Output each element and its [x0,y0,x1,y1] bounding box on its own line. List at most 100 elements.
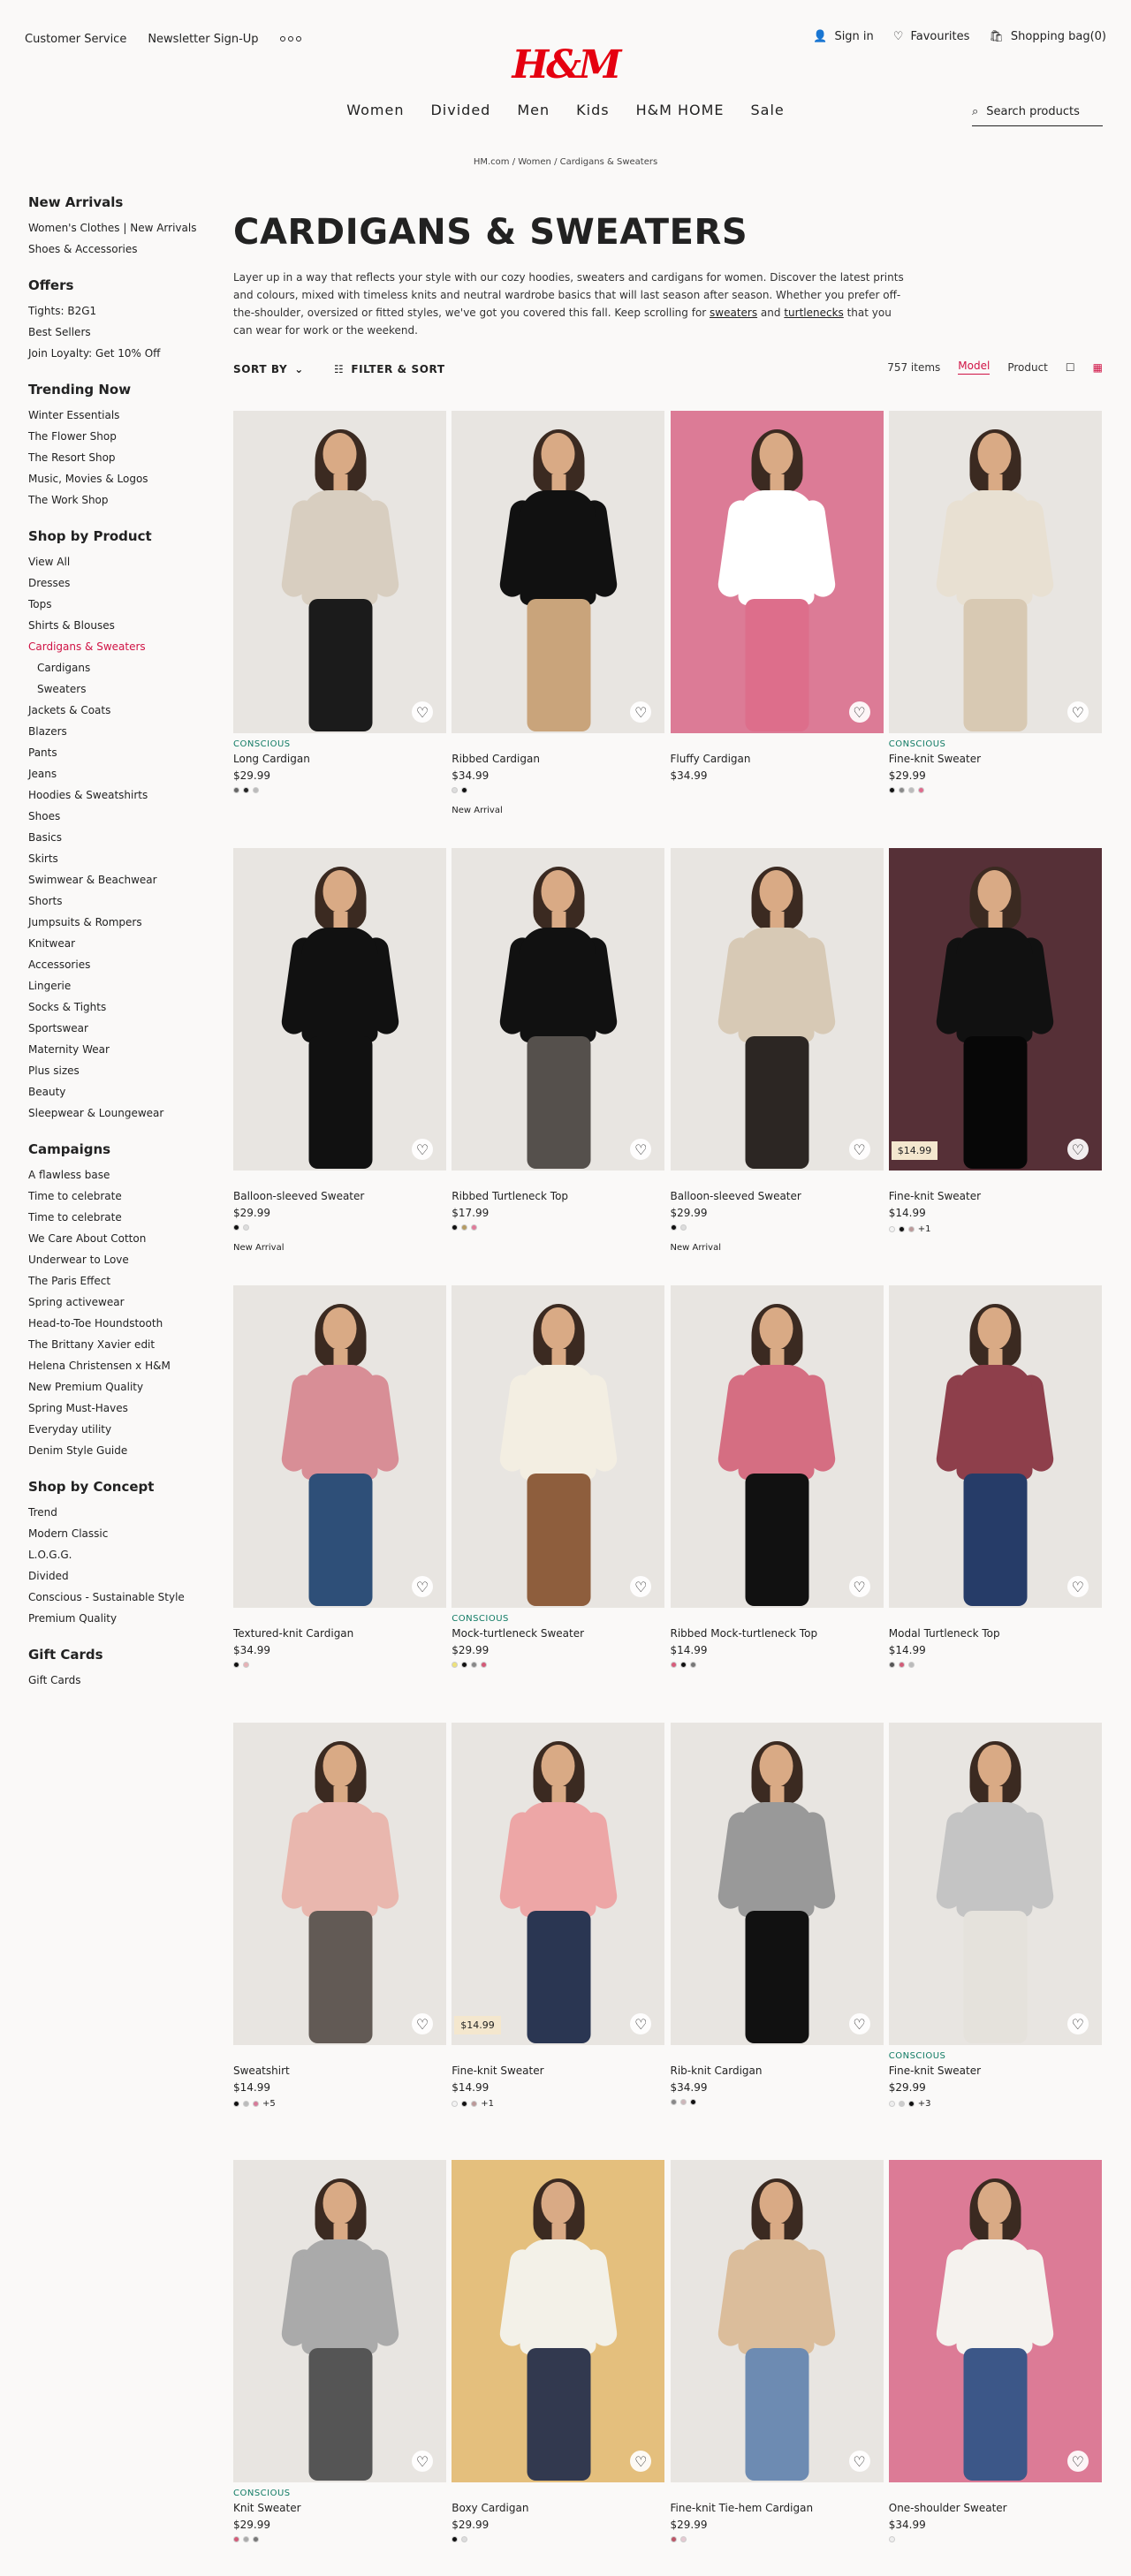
sidebar-link[interactable]: Tights: B2G1 [28,300,214,322]
sidebar-link[interactable]: Shorts [28,890,214,912]
sidebar-link[interactable]: Shoes & Accessories [28,239,214,260]
color-swatch[interactable] [888,2101,895,2107]
more-colors-count[interactable]: +5 [262,2099,276,2109]
sidebar-link[interactable]: L.O.G.G. [28,1544,214,1565]
color-swatch[interactable] [243,2101,249,2107]
sidebar-link[interactable]: Swimwear & Beachwear [28,869,214,890]
color-swatches[interactable] [233,1662,446,1668]
color-swatches[interactable]: +1 [888,1224,1102,1234]
favourite-heart-icon[interactable]: ♡ [412,2451,433,2472]
product-image[interactable]: ♡ [670,2160,884,2482]
color-swatch[interactable] [253,2101,259,2107]
breadcrumb[interactable]: HM.com / Women / Cardigans & Sweaters [0,157,1131,167]
color-swatch[interactable] [907,2101,915,2107]
sidebar-link[interactable]: The Paris Effect [28,1270,214,1292]
sidebar-link[interactable]: The Brittany Xavier edit [28,1334,214,1355]
product-image[interactable]: ♡ [670,1723,884,2045]
product-name[interactable]: Ribbed Turtleneck Top [452,1189,664,1203]
more-colors-count[interactable]: +1 [481,2099,494,2109]
color-swatches[interactable] [233,1224,446,1231]
sidebar-link[interactable]: Jumpsuits & Rompers [28,912,214,933]
sidebar-link[interactable]: Conscious - Sustainable Style [28,1587,214,1608]
color-swatches[interactable] [233,2536,446,2542]
sort-by-control[interactable]: SORT BY ⌄ [233,363,304,375]
color-swatch[interactable] [471,1662,478,1668]
product-card[interactable]: ♡ Modal Turtleneck Top $14.99 [888,1285,1103,1668]
color-swatches[interactable] [670,1224,884,1231]
sidebar-link[interactable]: Time to celebrate [28,1186,214,1207]
sidebar-link[interactable]: Jackets & Coats [28,700,214,721]
color-swatches[interactable]: +1 [452,2099,664,2109]
color-swatch[interactable] [471,1224,478,1231]
product-image[interactable]: ♡ [233,2160,446,2482]
sidebar-link[interactable]: Tops [28,594,214,615]
color-swatch[interactable] [243,1224,249,1231]
product-card[interactable]: ♡ CONSCIOUS Mock-turtleneck Sweater $29.99 [452,1285,665,1668]
product-card[interactable]: ♡ Rib-knit Cardigan $34.99 [670,1723,884,2105]
color-swatch[interactable] [481,1662,488,1668]
product-image[interactable]: ♡ $14.99 [888,848,1102,1171]
favourite-heart-icon[interactable]: ♡ [1066,2013,1089,2034]
product-image[interactable]: ♡ [670,848,884,1171]
color-swatch[interactable] [689,2099,696,2105]
sidebar-link[interactable]: The Flower Shop [28,426,214,447]
product-card[interactable]: ♡ CONSCIOUS Fine-knit Sweater $29.99 +3 [888,1723,1103,2109]
favourite-heart-icon[interactable]: ♡ [848,2013,870,2034]
product-name[interactable]: Fine-knit Sweater [452,2064,664,2078]
sidebar-link[interactable]: Spring Must-Haves [28,1398,214,1419]
favourite-heart-icon[interactable]: ♡ [848,1576,870,1597]
sidebar-link[interactable]: Cardigans & Sweaters [28,636,214,657]
newsletter-link[interactable]: Newsletter Sign-Up [148,33,258,46]
nav-men[interactable]: Men [517,102,550,118]
product-card[interactable]: ♡ $14.99 Fine-knit Sweater $14.99 +1 [452,1723,665,2109]
color-swatch[interactable] [452,2101,459,2107]
product-card[interactable]: ♡ Fluffy Cardigan $34.99 [670,411,884,782]
product-card[interactable]: ♡ One-shoulder Sweater $34.99 [888,2160,1103,2542]
color-swatch[interactable] [243,1662,249,1668]
product-image[interactable]: ♡ [888,2160,1102,2482]
sidebar-link[interactable]: Helena Christensen x H&M [28,1355,214,1376]
favourite-heart-icon[interactable]: ♡ [1066,2451,1089,2472]
sidebar-link[interactable]: Knitwear [28,933,214,954]
product-card[interactable]: ♡ Ribbed Mock-turtleneck Top $14.99 [670,1285,884,1668]
sidebar-link[interactable]: Skirts [28,848,214,869]
product-name[interactable]: Fine-knit Sweater [889,752,1102,766]
sidebar-link[interactable]: Join Loyalty: Get 10% Off [28,343,214,364]
sidebar-link[interactable]: Cardigans [28,657,214,678]
color-swatch[interactable] [461,2101,468,2107]
product-name[interactable]: Ribbed Cardigan [452,752,664,766]
hm-logo[interactable]: H&M [512,42,621,87]
product-name[interactable]: Balloon-sleeved Sweater [671,1189,884,1203]
product-card[interactable]: ♡ CONSCIOUS Long Cardigan $29.99 [233,411,447,793]
color-swatches[interactable] [452,787,664,793]
favourite-heart-icon[interactable]: ♡ [630,2451,652,2472]
sidebar-link[interactable]: Accessories [28,954,214,975]
color-swatch[interactable] [253,787,259,793]
sidebar-link[interactable]: Lingerie [28,975,214,996]
product-name[interactable]: Fine-knit Sweater [889,1189,1102,1203]
product-name[interactable]: Ribbed Mock-turtleneck Top [671,1626,884,1640]
more-colors-count[interactable]: +3 [918,2099,931,2109]
product-image[interactable]: ♡ [452,848,665,1171]
sign-in-link[interactable]: 👤 Sign in [813,30,874,43]
product-name[interactable]: Fine-knit Sweater [889,2064,1102,2078]
product-image[interactable]: ♡ [233,411,446,733]
sidebar-link[interactable]: Divided [28,1565,214,1587]
product-image[interactable]: ♡ [888,1285,1102,1608]
color-swatches[interactable]: +5 [233,2099,446,2109]
color-swatch[interactable] [670,1224,677,1231]
color-swatch[interactable] [233,2101,239,2107]
favourite-heart-icon[interactable]: ♡ [1066,1576,1089,1597]
color-swatch[interactable] [461,2536,468,2542]
sidebar-link[interactable]: View All [28,551,214,572]
sidebar-link[interactable]: New Premium Quality [28,1376,214,1398]
color-swatches[interactable] [452,2536,664,2542]
filter-sort-button[interactable]: ☷ FILTER & SORT [334,363,445,375]
product-image[interactable]: ♡ [452,1285,665,1608]
color-swatch[interactable] [670,2099,677,2105]
color-swatch[interactable] [233,787,239,793]
model-view-toggle[interactable]: Model [958,360,991,375]
product-name[interactable]: Sweatshirt [233,2064,446,2078]
sidebar-link[interactable]: Everyday utility [28,1419,214,1440]
color-swatch[interactable] [233,1224,239,1231]
